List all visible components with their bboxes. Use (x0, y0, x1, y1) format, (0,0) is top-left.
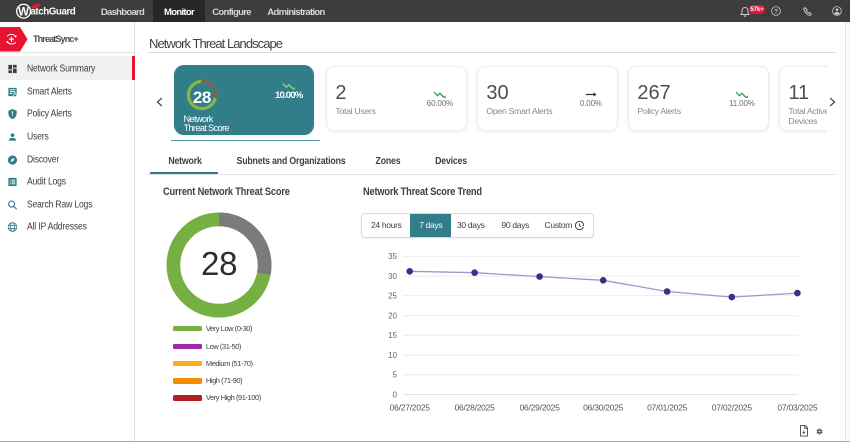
svg-text:?: ? (774, 8, 778, 15)
svg-text:10: 10 (388, 351, 397, 360)
svg-text:06/28/2025: 06/28/2025 (455, 403, 496, 413)
svg-text:06/30/2025: 06/30/2025 (583, 403, 624, 413)
svg-text:5: 5 (393, 371, 398, 380)
svg-text:07/03/2025: 07/03/2025 (777, 403, 818, 413)
svg-text:25: 25 (388, 292, 397, 301)
svg-text:atchGuard: atchGuard (30, 7, 75, 18)
svg-text:0: 0 (393, 391, 398, 400)
svg-text:06/29/2025: 06/29/2025 (520, 403, 561, 413)
svg-text:W: W (18, 7, 29, 19)
svg-text:35: 35 (388, 252, 397, 261)
svg-text:20: 20 (388, 312, 397, 321)
svg-text:30: 30 (388, 272, 397, 281)
svg-text:15: 15 (388, 331, 397, 340)
svg-text:07/01/2025: 07/01/2025 (647, 403, 688, 413)
svg-text:06/27/2025: 06/27/2025 (390, 403, 431, 413)
svg-text:07/02/2025: 07/02/2025 (712, 403, 753, 413)
